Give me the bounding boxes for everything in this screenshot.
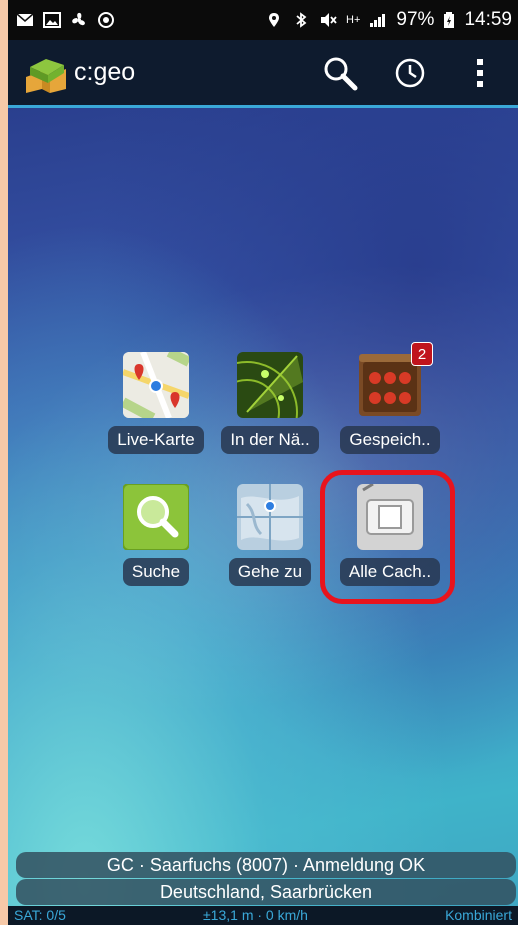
tile-live-map[interactable]: Live-Karte	[92, 347, 220, 472]
login-status: GC · Saarfuchs (8007) · Anmeldung OK	[16, 852, 516, 878]
accuracy-speed: ±13,1 m · 0 km/h	[203, 907, 308, 923]
clock-time: 14:59	[464, 9, 512, 30]
search-button[interactable]	[322, 55, 358, 91]
shield-icon	[98, 12, 114, 28]
battery-icon	[444, 12, 455, 28]
history-button[interactable]	[392, 55, 428, 91]
magnifier-icon	[122, 483, 190, 551]
mail-icon	[16, 13, 34, 26]
clock-icon	[395, 58, 425, 87]
location-pin-icon	[269, 13, 280, 27]
tile-nearby[interactable]: In der Nä..	[196, 352, 334, 472]
highlight-frame	[320, 470, 455, 604]
location-mode: Kombiniert	[445, 907, 512, 923]
tile-label: Gespeich..	[340, 426, 440, 454]
network-type-label: H+	[346, 14, 361, 26]
tile-label: Live-Karte	[108, 426, 204, 454]
tile-label: Gehe zu	[228, 558, 312, 586]
location-info: Deutschland, Saarbrücken	[16, 879, 516, 905]
radar-icon	[196, 352, 303, 463]
gallery-icon	[43, 12, 61, 28]
tile-goto[interactable]: Gehe zu	[206, 484, 334, 604]
bluetooth-icon	[296, 12, 307, 28]
overflow-menu-icon	[477, 58, 483, 87]
stored-caches-icon: 2	[357, 342, 433, 418]
mute-icon	[321, 13, 337, 27]
app-title: c:geo	[74, 58, 136, 86]
gps-status-bar: SAT: 0/5 ±13,1 m · 0 km/h Kombiniert	[8, 906, 518, 925]
overflow-menu-button[interactable]	[462, 55, 498, 91]
battery-percent: 97%	[396, 9, 435, 30]
search-icon	[324, 57, 358, 90]
fan-icon	[72, 12, 85, 26]
tile-label: In der Nä..	[221, 426, 319, 454]
satellite-count: SAT: 0/5	[14, 907, 66, 923]
signal-icon	[370, 14, 386, 27]
status-bar: H+ 97% 14:59	[8, 0, 518, 40]
globe-target-icon	[237, 484, 303, 550]
action-bar: c:geo	[8, 40, 518, 108]
tile-search[interactable]: Suche	[92, 483, 220, 604]
tile-stored[interactable]: 2 Gespeich..	[326, 342, 454, 472]
stored-count-badge: 2	[411, 342, 433, 366]
phone-screen: H+ 97% 14:59 c:geo Live-Karte In der Nä.…	[8, 0, 518, 925]
tile-label: Suche	[122, 558, 190, 586]
cgeo-logo-icon	[26, 58, 66, 93]
map-icon	[120, 347, 192, 423]
